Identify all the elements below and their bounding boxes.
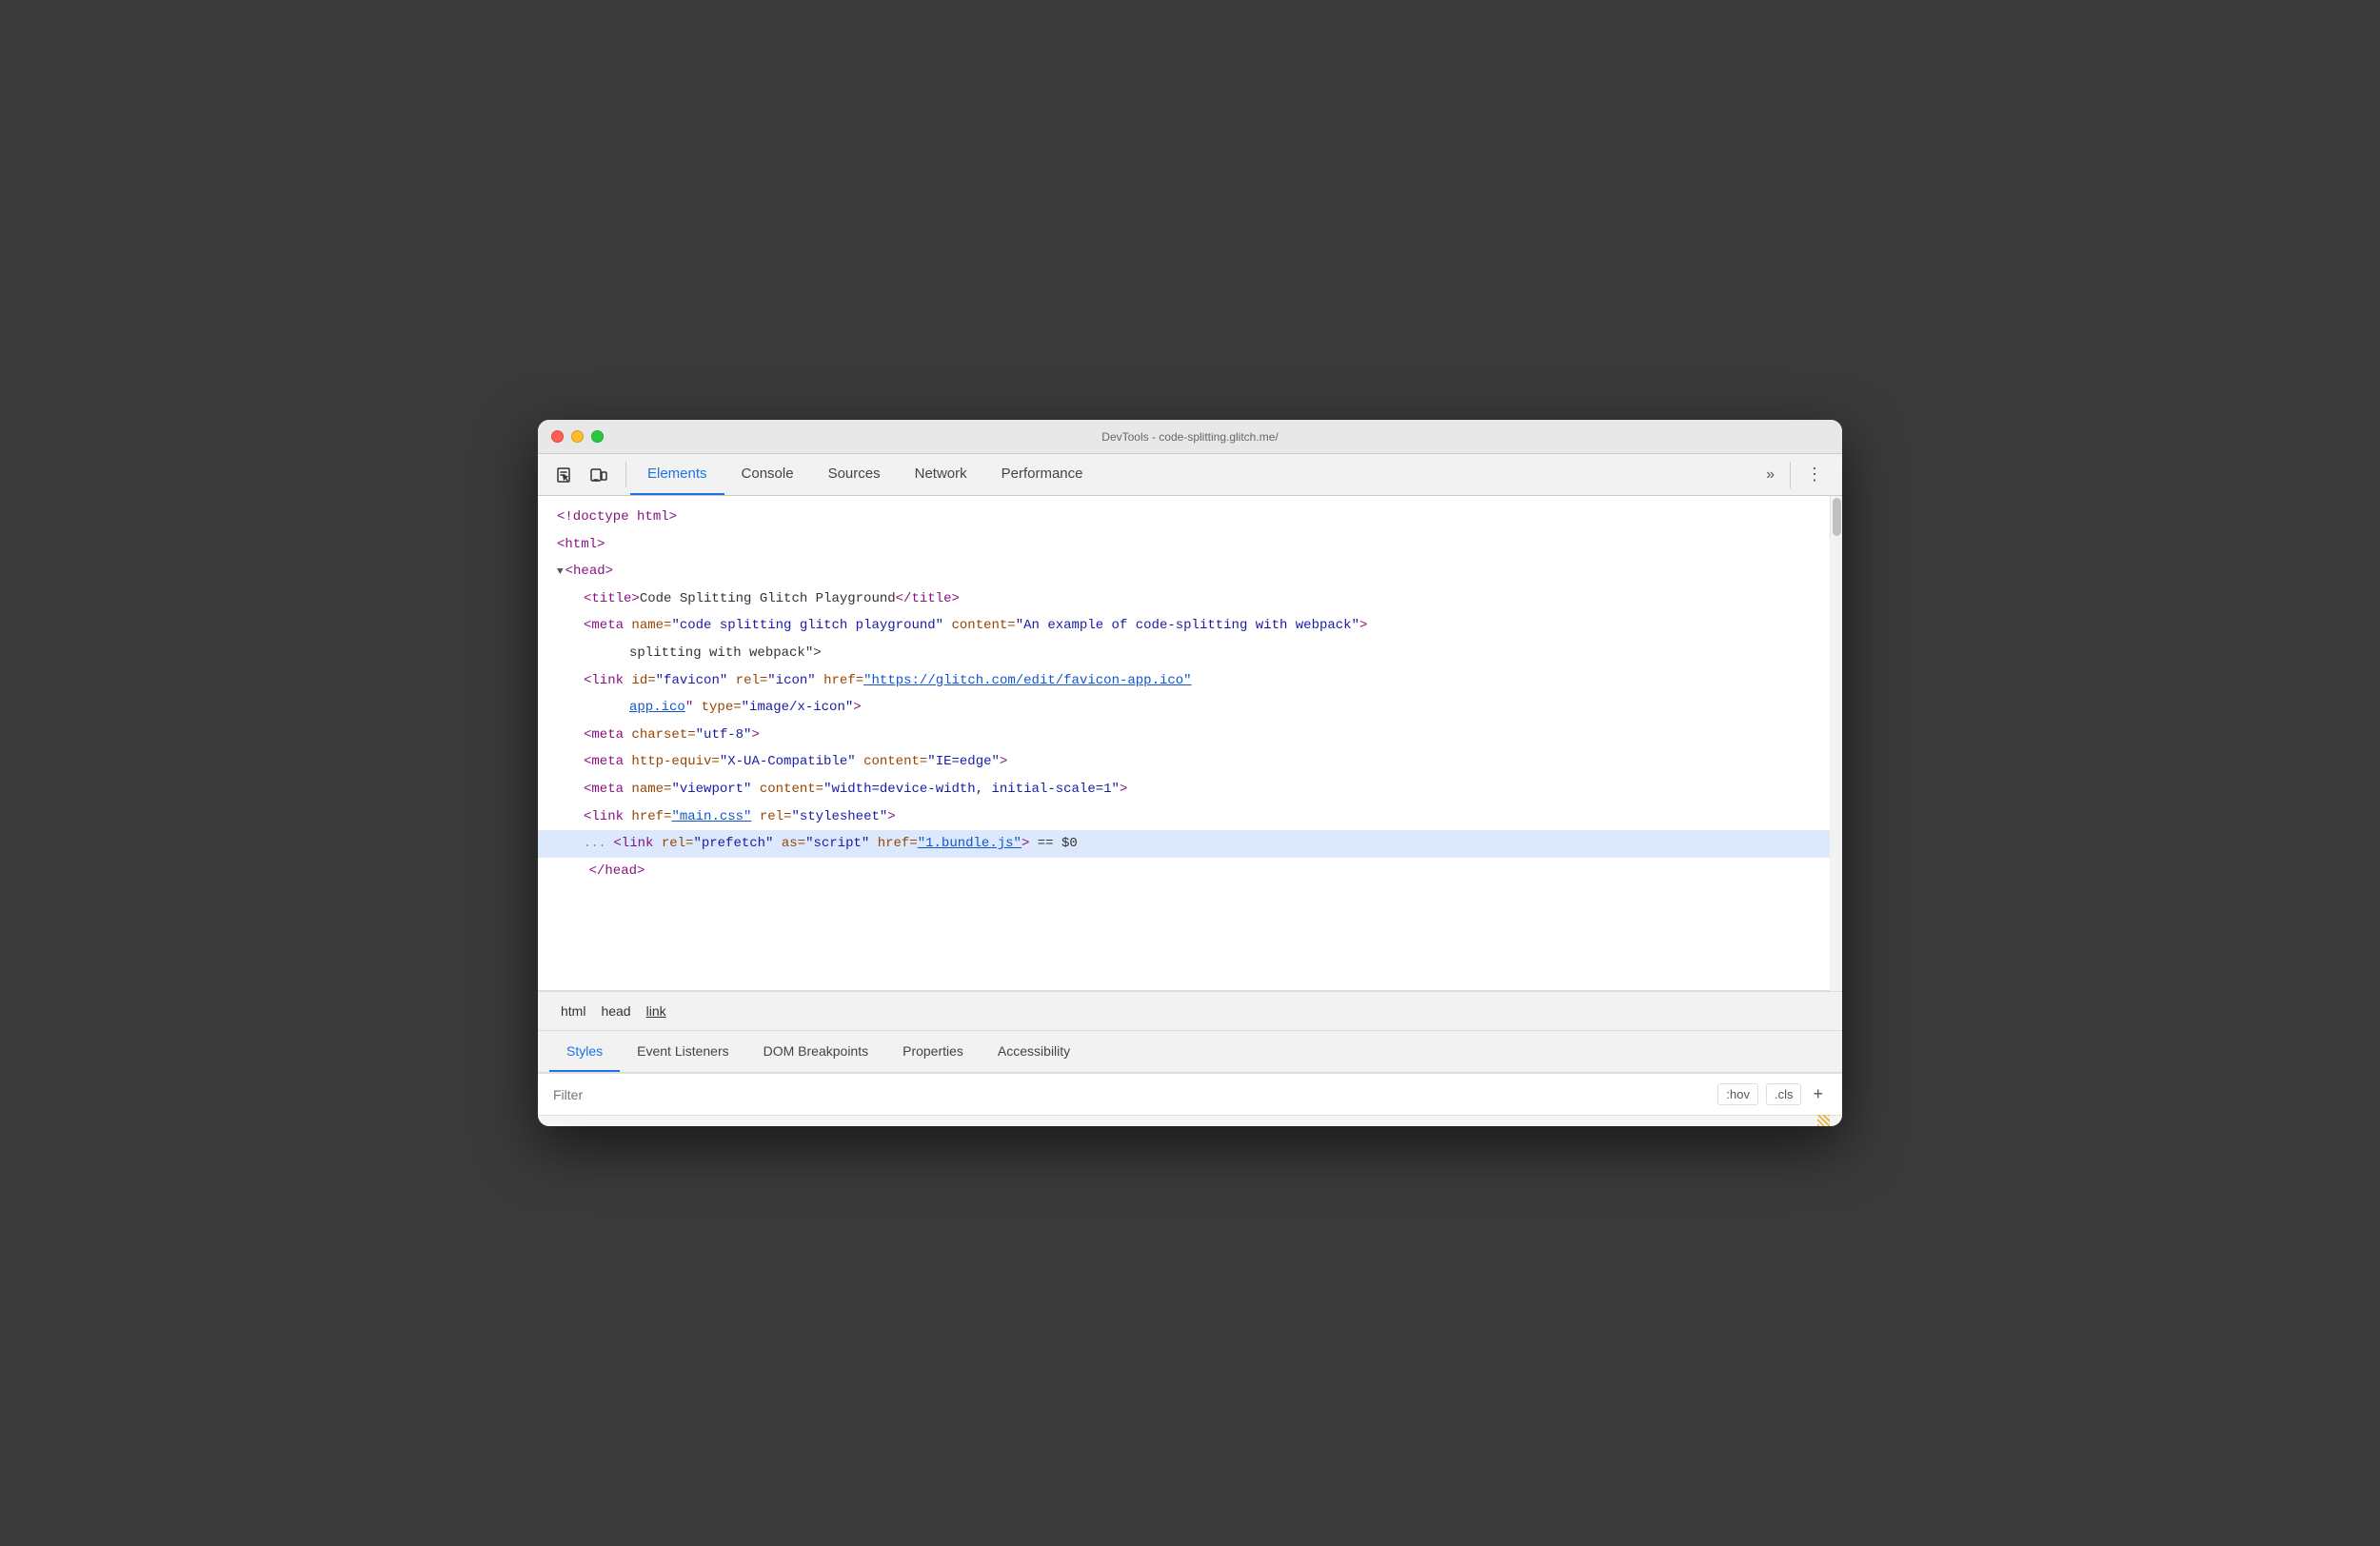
- devtools-toolbar: Elements Console Sources Network Perform…: [538, 454, 1842, 496]
- bottom-scrollbar-thumb: [1817, 1115, 1830, 1126]
- more-tabs-button[interactable]: »: [1758, 463, 1782, 487]
- tab-event-listeners[interactable]: Event Listeners: [620, 1031, 746, 1072]
- breadcrumb-html[interactable]: html: [553, 1001, 593, 1021]
- breadcrumb-head[interactable]: head: [593, 1001, 638, 1021]
- add-style-button[interactable]: +: [1809, 1082, 1827, 1106]
- element-line-meta1: <meta name="code splitting glitch playgr…: [538, 612, 1830, 640]
- minimize-button[interactable]: [571, 430, 584, 443]
- element-line-link-css: <link href="main.css" rel="stylesheet">: [538, 803, 1830, 831]
- element-line-meta-compat: <meta http-equiv="X-UA-Compatible" conte…: [538, 748, 1830, 776]
- element-line-link-favicon-cont: app.ico" type="image/x-icon">: [538, 694, 1830, 722]
- element-line-meta1-cont: splitting with webpack">: [538, 640, 1830, 667]
- element-line-html: <html>: [538, 531, 1830, 559]
- tab-properties[interactable]: Properties: [885, 1031, 981, 1072]
- breadcrumb-bar: html head link: [538, 991, 1842, 1031]
- elements-scrollbar[interactable]: [1830, 496, 1842, 538]
- elements-panel: <!doctype html> <html> ▼<head> <title>Co…: [538, 496, 1830, 991]
- cls-button[interactable]: .cls: [1766, 1083, 1802, 1105]
- tab-styles[interactable]: Styles: [549, 1031, 620, 1072]
- filter-bar: :hov .cls +: [538, 1073, 1842, 1115]
- element-line-meta-viewport: <meta name="viewport" content="width=dev…: [538, 776, 1830, 803]
- close-button[interactable]: [551, 430, 564, 443]
- element-line-head: ▼<head>: [538, 558, 1830, 585]
- devtools-menu-button[interactable]: ⋮: [1798, 461, 1831, 488]
- element-line-link-bundle[interactable]: ...<link rel="prefetch" as="script" href…: [538, 830, 1830, 858]
- inspect-element-button[interactable]: [549, 460, 580, 490]
- tab-dom-breakpoints[interactable]: DOM Breakpoints: [746, 1031, 885, 1072]
- triangle-icon[interactable]: ▼: [557, 563, 564, 583]
- main-content: <!doctype html> <html> ▼<head> <title>Co…: [538, 496, 1842, 1126]
- device-toolbar-button[interactable]: [584, 460, 614, 490]
- tab-console[interactable]: Console: [724, 454, 811, 495]
- element-line-title: <title>Code Splitting Glitch Playground<…: [538, 585, 1830, 613]
- hov-button[interactable]: :hov: [1717, 1083, 1758, 1105]
- traffic-lights: [551, 430, 604, 443]
- toolbar-right-separator: [1790, 462, 1791, 488]
- toolbar-right: » ⋮: [1751, 454, 1838, 495]
- element-line-meta-charset: <meta charset="utf-8">: [538, 722, 1830, 749]
- tab-performance[interactable]: Performance: [984, 454, 1101, 495]
- element-line-link-favicon: <link id="favicon" rel="icon" href="http…: [538, 667, 1830, 695]
- maximize-button[interactable]: [591, 430, 604, 443]
- toolbar-separator: [625, 462, 626, 487]
- tab-elements[interactable]: Elements: [630, 454, 724, 495]
- element-line-head-close: </head>: [538, 858, 1830, 885]
- devtools-window: DevTools - code-splitting.glitch.me/: [538, 420, 1842, 1126]
- devtools-tabs: Elements Console Sources Network Perform…: [630, 454, 1751, 495]
- tab-network[interactable]: Network: [898, 454, 984, 495]
- filter-right: :hov .cls +: [1717, 1082, 1827, 1106]
- tab-sources[interactable]: Sources: [811, 454, 898, 495]
- scrollbar-thumb[interactable]: [1833, 498, 1841, 536]
- ellipsis-indicator: ...: [584, 832, 605, 856]
- element-line-doctype: <!doctype html>: [538, 504, 1830, 531]
- breadcrumb-link[interactable]: link: [639, 1001, 674, 1021]
- toolbar-icons: [542, 454, 622, 495]
- title-bar: DevTools - code-splitting.glitch.me/: [538, 420, 1842, 454]
- filter-input[interactable]: [553, 1087, 1706, 1102]
- bottom-scrollbar: [538, 1115, 1842, 1126]
- window-title: DevTools - code-splitting.glitch.me/: [1101, 430, 1278, 444]
- elements-wrapper: <!doctype html> <html> ▼<head> <title>Co…: [538, 496, 1842, 991]
- tab-accessibility[interactable]: Accessibility: [981, 1031, 1087, 1072]
- bottom-panel-tabs: Styles Event Listeners DOM Breakpoints P…: [538, 1031, 1842, 1073]
- elements-code-view[interactable]: <!doctype html> <html> ▼<head> <title>Co…: [538, 496, 1830, 991]
